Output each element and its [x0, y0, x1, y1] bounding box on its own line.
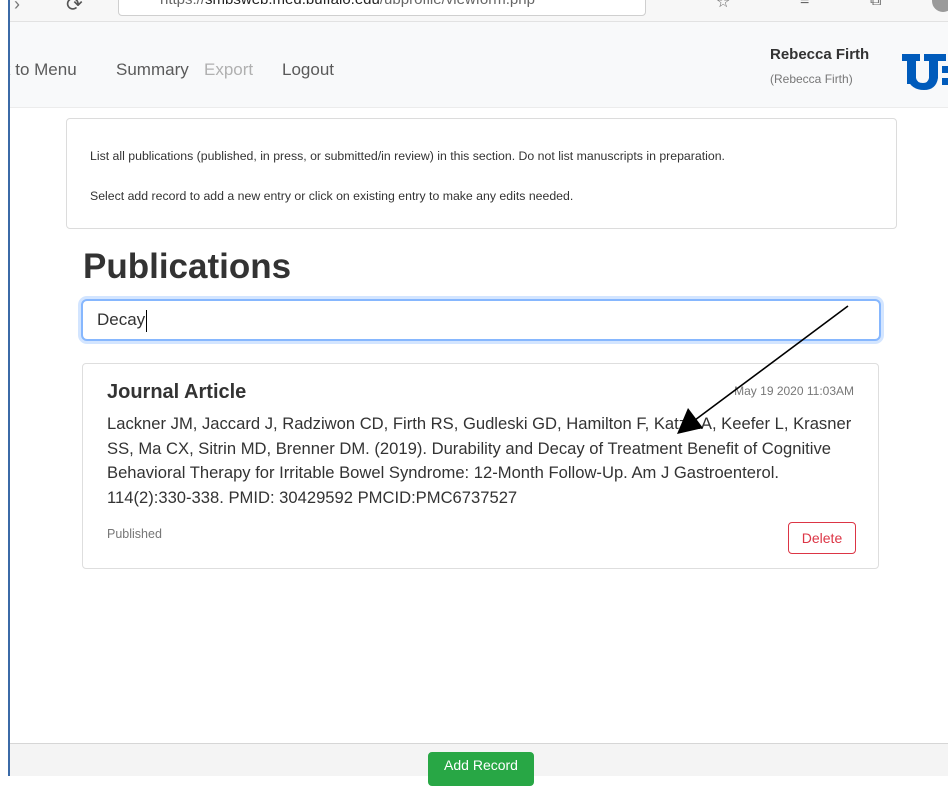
record-date: May 19 2020 11:03AM — [734, 384, 854, 398]
instructions-line-1: List all publications (published, in pre… — [90, 149, 725, 163]
instructions-card: List all publications (published, in pre… — [66, 118, 897, 229]
record-status: Published — [107, 527, 162, 541]
window-border — [0, 0, 10, 776]
collections-icon[interactable]: ⧉ — [870, 0, 881, 10]
back-arrow-icon[interactable]: › — [14, 0, 20, 15]
instructions-line-2: Select add record to add a new entry or … — [90, 189, 574, 203]
profile-icon[interactable] — [932, 0, 948, 12]
address-bar-text[interactable]: https://smbsweb.med.buffalo.edu/ubprofil… — [160, 0, 535, 8]
favorites-icon[interactable]: ≡ — [800, 0, 809, 10]
page-title: Publications — [83, 247, 292, 286]
refresh-icon[interactable]: ⟳ — [66, 0, 83, 17]
search-input[interactable] — [81, 299, 881, 341]
record-type: Journal Article — [107, 381, 247, 403]
publication-record-card[interactable]: Journal Article May 19 2020 11:03AM Lack… — [82, 363, 879, 569]
user-name: Rebecca Firth — [770, 46, 870, 63]
browser-toolbar: › ⟳ https://smbsweb.med.buffalo.edu/ubpr… — [10, 0, 948, 22]
add-record-button[interactable]: Add Record — [428, 752, 534, 786]
star-icon[interactable]: ☆ — [716, 0, 730, 12]
nav-summary[interactable]: Summary — [116, 60, 189, 80]
delete-button[interactable]: Delete — [788, 522, 856, 554]
nav-logout[interactable]: Logout — [282, 60, 334, 80]
user-subtitle: (Rebecca Firth) — [770, 72, 853, 86]
record-citation: Lackner JM, Jaccard J, Radziwon CD, Firt… — [107, 414, 852, 507]
nav-back-to-menu[interactable]: k to Menu — [2, 60, 77, 80]
nav-export[interactable]: Export — [204, 60, 253, 80]
top-navigation: k to Menu Summary Export Logout Rebecca … — [2, 22, 948, 108]
text-caret — [146, 310, 147, 332]
ub-logo — [902, 54, 948, 90]
